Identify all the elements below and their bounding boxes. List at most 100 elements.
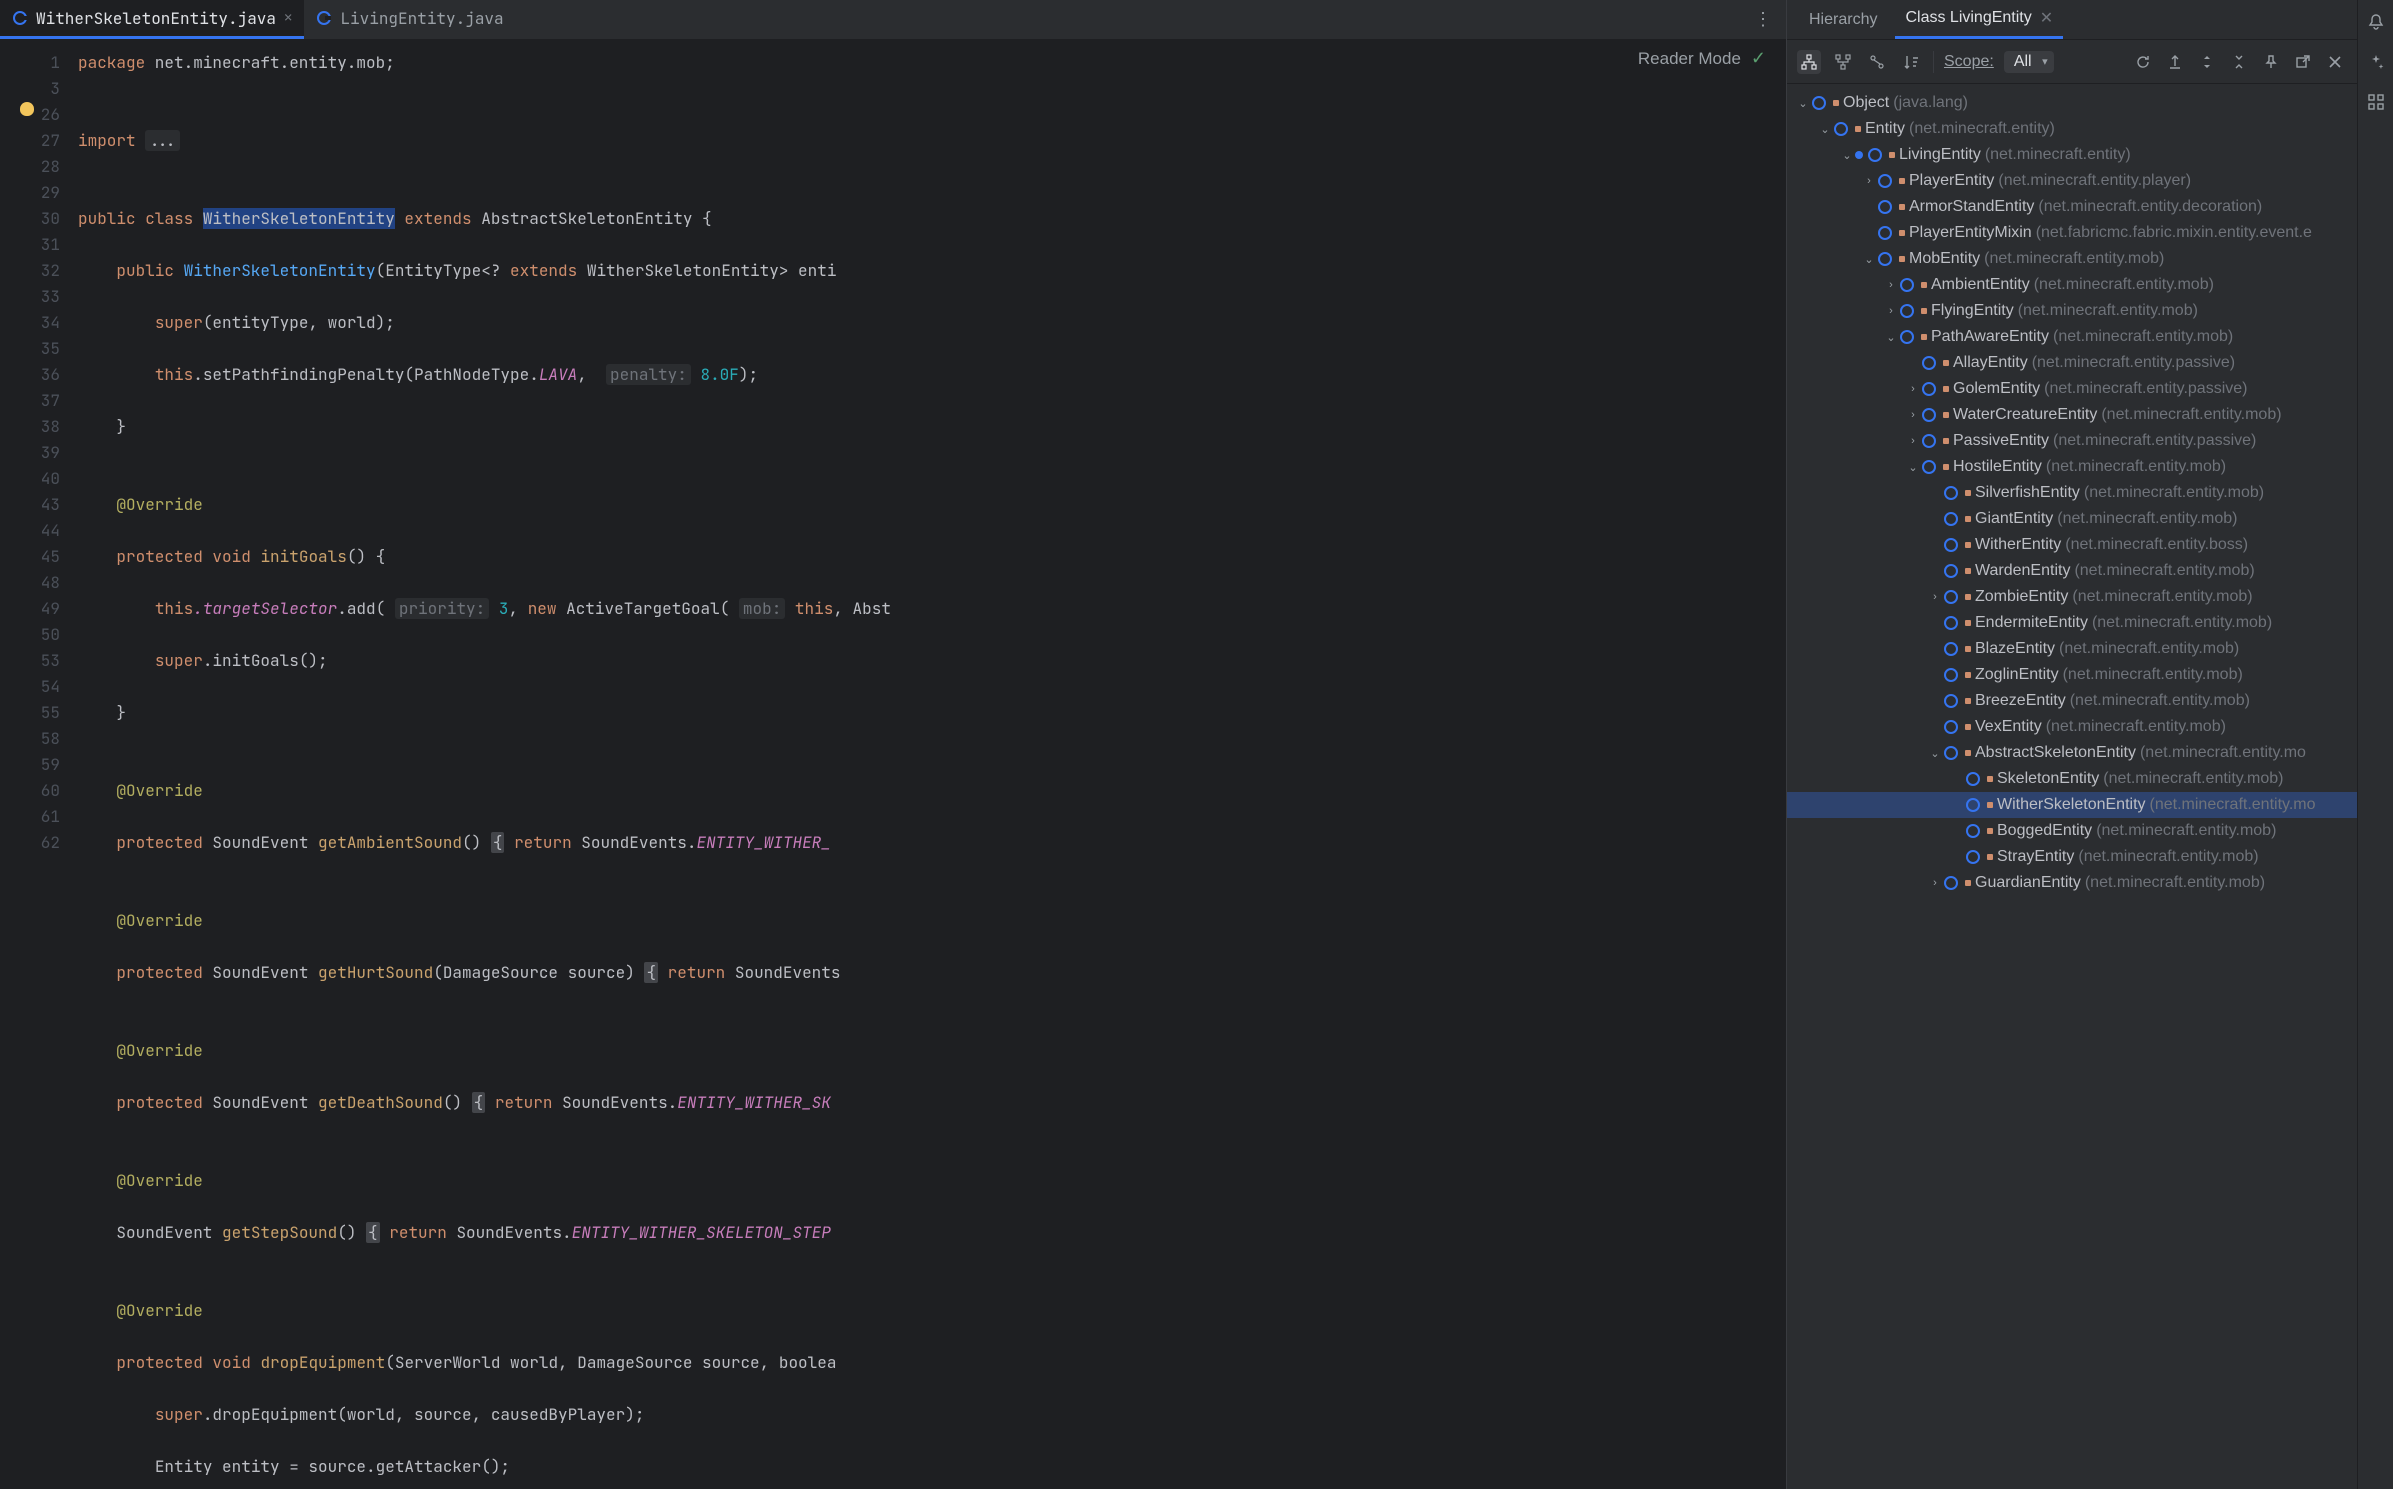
chevron-icon[interactable]: ⌄ [1927, 747, 1943, 760]
chevron-icon[interactable]: › [1883, 279, 1899, 291]
tree-row-MobEntity[interactable]: ⌄MobEntity(net.minecraft.entity.mob) [1787, 246, 2357, 272]
chevron-icon[interactable]: › [1905, 383, 1921, 395]
class-name: PathAwareEntity [1931, 328, 2049, 346]
tab-class-hierarchy[interactable]: Class LivingEntity✕ [1895, 0, 2063, 39]
tree-row-BoggedEntity[interactable]: BoggedEntity(net.minecraft.entity.mob) [1787, 818, 2357, 844]
chevron-icon[interactable]: ⌄ [1839, 149, 1855, 162]
tree-row-BlazeEntity[interactable]: BlazeEntity(net.minecraft.entity.mob) [1787, 636, 2357, 662]
tree-row-PassiveEntity[interactable]: ›PassiveEntity(net.minecraft.entity.pass… [1787, 428, 2357, 454]
subtypes-button[interactable] [1865, 50, 1889, 74]
collapse-button[interactable] [2227, 50, 2251, 74]
close-panel-button[interactable] [2323, 50, 2347, 74]
tree-row-GolemEntity[interactable]: ›GolemEntity(net.minecraft.entity.passiv… [1787, 376, 2357, 402]
tree-row-LivingEntity[interactable]: ⌄LivingEntity(net.minecraft.entity) [1787, 142, 2357, 168]
chevron-icon[interactable]: › [1927, 877, 1943, 889]
tree-row-HostileEntity[interactable]: ⌄HostileEntity(net.minecraft.entity.mob) [1787, 454, 2357, 480]
fold-region[interactable]: ... [145, 130, 180, 151]
tree-row-PathAwareEntity[interactable]: ⌄ PathAwareEntity(net.minecraft.entity.mo… [1787, 324, 2357, 350]
hierarchy-tree[interactable]: ⌄Object(java.lang)⌄Entity(net.minecraft.… [1787, 84, 2357, 1489]
tree-row-EndermiteEntity[interactable]: EndermiteEntity(net.minecraft.entity.mob… [1787, 610, 2357, 636]
tree-row-ZoglinEntity[interactable]: ZoglinEntity(net.minecraft.entity.mob) [1787, 662, 2357, 688]
final-marker-icon [1921, 308, 1927, 314]
ai-button[interactable] [2364, 50, 2388, 74]
final-marker-icon [1921, 334, 1927, 340]
brace: { [491, 832, 505, 853]
final-marker-icon [1943, 412, 1949, 418]
class-name: AbstractSkeletonEntity [1975, 744, 2136, 762]
tab-hierarchy[interactable]: Hierarchy [1799, 0, 1887, 39]
chevron-icon[interactable]: › [1883, 305, 1899, 317]
line-number: 33 [0, 284, 60, 310]
class-name: Entity [1865, 120, 1905, 138]
chevron-icon[interactable]: ⌄ [1883, 331, 1899, 344]
tree-row-Entity[interactable]: ⌄Entity(net.minecraft.entity) [1787, 116, 2357, 142]
structure-button[interactable] [2364, 90, 2388, 114]
export-button[interactable] [2163, 50, 2187, 74]
tree-row-VexEntity[interactable]: VexEntity(net.minecraft.entity.mob) [1787, 714, 2357, 740]
tree-row-PlayerEntity[interactable]: ›PlayerEntity(net.minecraft.entity.playe… [1787, 168, 2357, 194]
package-label: (net.minecraft.entity.boss) [2065, 536, 2248, 554]
tree-row-Object[interactable]: ⌄Object(java.lang) [1787, 90, 2357, 116]
inlay-hint: priority: [395, 598, 489, 619]
chevron-icon[interactable]: ⌄ [1905, 461, 1921, 474]
code-area[interactable]: package net.minecraft.entity.mob; import… [70, 40, 1786, 1489]
tree-row-WardenEntity[interactable]: WardenEntity(net.minecraft.entity.mob) [1787, 558, 2357, 584]
supertypes-button[interactable] [1831, 50, 1855, 74]
chevron-icon[interactable]: ⌄ [1795, 97, 1811, 110]
close-icon[interactable]: ✕ [2040, 8, 2053, 28]
chevron-icon[interactable]: › [1905, 409, 1921, 421]
close-icon[interactable]: ✕ [284, 9, 292, 27]
bulb-icon[interactable] [20, 102, 34, 116]
final-marker-icon [1943, 464, 1949, 470]
line-number: 44 [0, 518, 60, 544]
tab-label: Hierarchy [1809, 11, 1877, 29]
notifications-button[interactable] [2364, 10, 2388, 34]
tree-row-ArmorStandEntity[interactable]: ArmorStandEntity(net.minecraft.entity.de… [1787, 194, 2357, 220]
tabs-overflow[interactable]: ⋮ [1754, 8, 1774, 31]
refresh-button[interactable] [2131, 50, 2155, 74]
tree-row-SkeletonEntity[interactable]: SkeletonEntity(net.minecraft.entity.mob) [1787, 766, 2357, 792]
chevron-icon[interactable]: › [1905, 435, 1921, 447]
pin-button[interactable] [2259, 50, 2283, 74]
tree-row-ZombieEntity[interactable]: ›ZombieEntity(net.minecraft.entity.mob) [1787, 584, 2357, 610]
class-icon [1943, 485, 1959, 501]
scope-label: Scope: [1944, 53, 1994, 71]
tree-row-PlayerEntityMixin[interactable]: PlayerEntityMixin(net.fabricmc.fabric.mi… [1787, 220, 2357, 246]
expand-button[interactable] [2195, 50, 2219, 74]
keyword: return [668, 962, 735, 983]
inlay-hint: penalty: [606, 364, 691, 385]
sort-button[interactable] [1899, 50, 1923, 74]
class-hierarchy-button[interactable] [1797, 50, 1821, 74]
tree-row-GiantEntity[interactable]: GiantEntity(net.minecraft.entity.mob) [1787, 506, 2357, 532]
tree-row-StrayEntity[interactable]: StrayEntity(net.minecraft.entity.mob) [1787, 844, 2357, 870]
tree-row-GuardianEntity[interactable]: ›GuardianEntity(net.minecraft.entity.mob… [1787, 870, 2357, 896]
tree-row-FlyingEntity[interactable]: ›FlyingEntity(net.minecraft.entity.mob) [1787, 298, 2357, 324]
tree-row-WitherSkeletonEntity[interactable]: WitherSkeletonEntity(net.minecraft.entit… [1787, 792, 2357, 818]
annotation: @Override [116, 780, 202, 801]
open-in-window-button[interactable] [2291, 50, 2315, 74]
package-label: (net.minecraft.entity.mob) [2053, 328, 2233, 346]
method: dropEquipment [260, 1352, 385, 1373]
chevron-icon[interactable]: › [1861, 175, 1877, 187]
final-marker-icon [1965, 516, 1971, 522]
package-label: (net.minecraft.entity.mob) [2046, 718, 2226, 736]
chevron-icon[interactable]: ⌄ [1817, 123, 1833, 136]
scope-dropdown[interactable]: All [2004, 51, 2054, 73]
tree-row-WaterCreatureEntity[interactable]: ›WaterCreatureEntity(net.minecraft.entit… [1787, 402, 2357, 428]
tree-row-AmbientEntity[interactable]: ›AmbientEntity(net.minecraft.entity.mob) [1787, 272, 2357, 298]
keyword: class [145, 208, 203, 229]
package-label: (net.minecraft.entity.decoration) [2038, 198, 2262, 216]
text: , Abst [833, 598, 891, 619]
tree-row-SilverfishEntity[interactable]: SilverfishEntity(net.minecraft.entity.mo… [1787, 480, 2357, 506]
tree-row-BreezeEntity[interactable]: BreezeEntity(net.minecraft.entity.mob) [1787, 688, 2357, 714]
tree-row-WitherEntity[interactable]: WitherEntity(net.minecraft.entity.boss) [1787, 532, 2357, 558]
tree-row-AbstractSkeletonEntity[interactable]: ⌄AbstractSkeletonEntity(net.minecraft.en… [1787, 740, 2357, 766]
tab-wither-skeleton[interactable]: WitherSkeletonEntity.java ✕ [0, 0, 304, 39]
line-number: 37 [0, 388, 60, 414]
class-name: BoggedEntity [1997, 822, 2092, 840]
tab-living-entity[interactable]: LivingEntity.java [304, 0, 515, 39]
editor-body: Reader Mode ✓ 13262728293031323334353637… [0, 40, 1786, 1489]
chevron-icon[interactable]: › [1927, 591, 1943, 603]
chevron-icon[interactable]: ⌄ [1861, 253, 1877, 266]
tree-row-AllayEntity[interactable]: AllayEntity(net.minecraft.entity.passive… [1787, 350, 2357, 376]
